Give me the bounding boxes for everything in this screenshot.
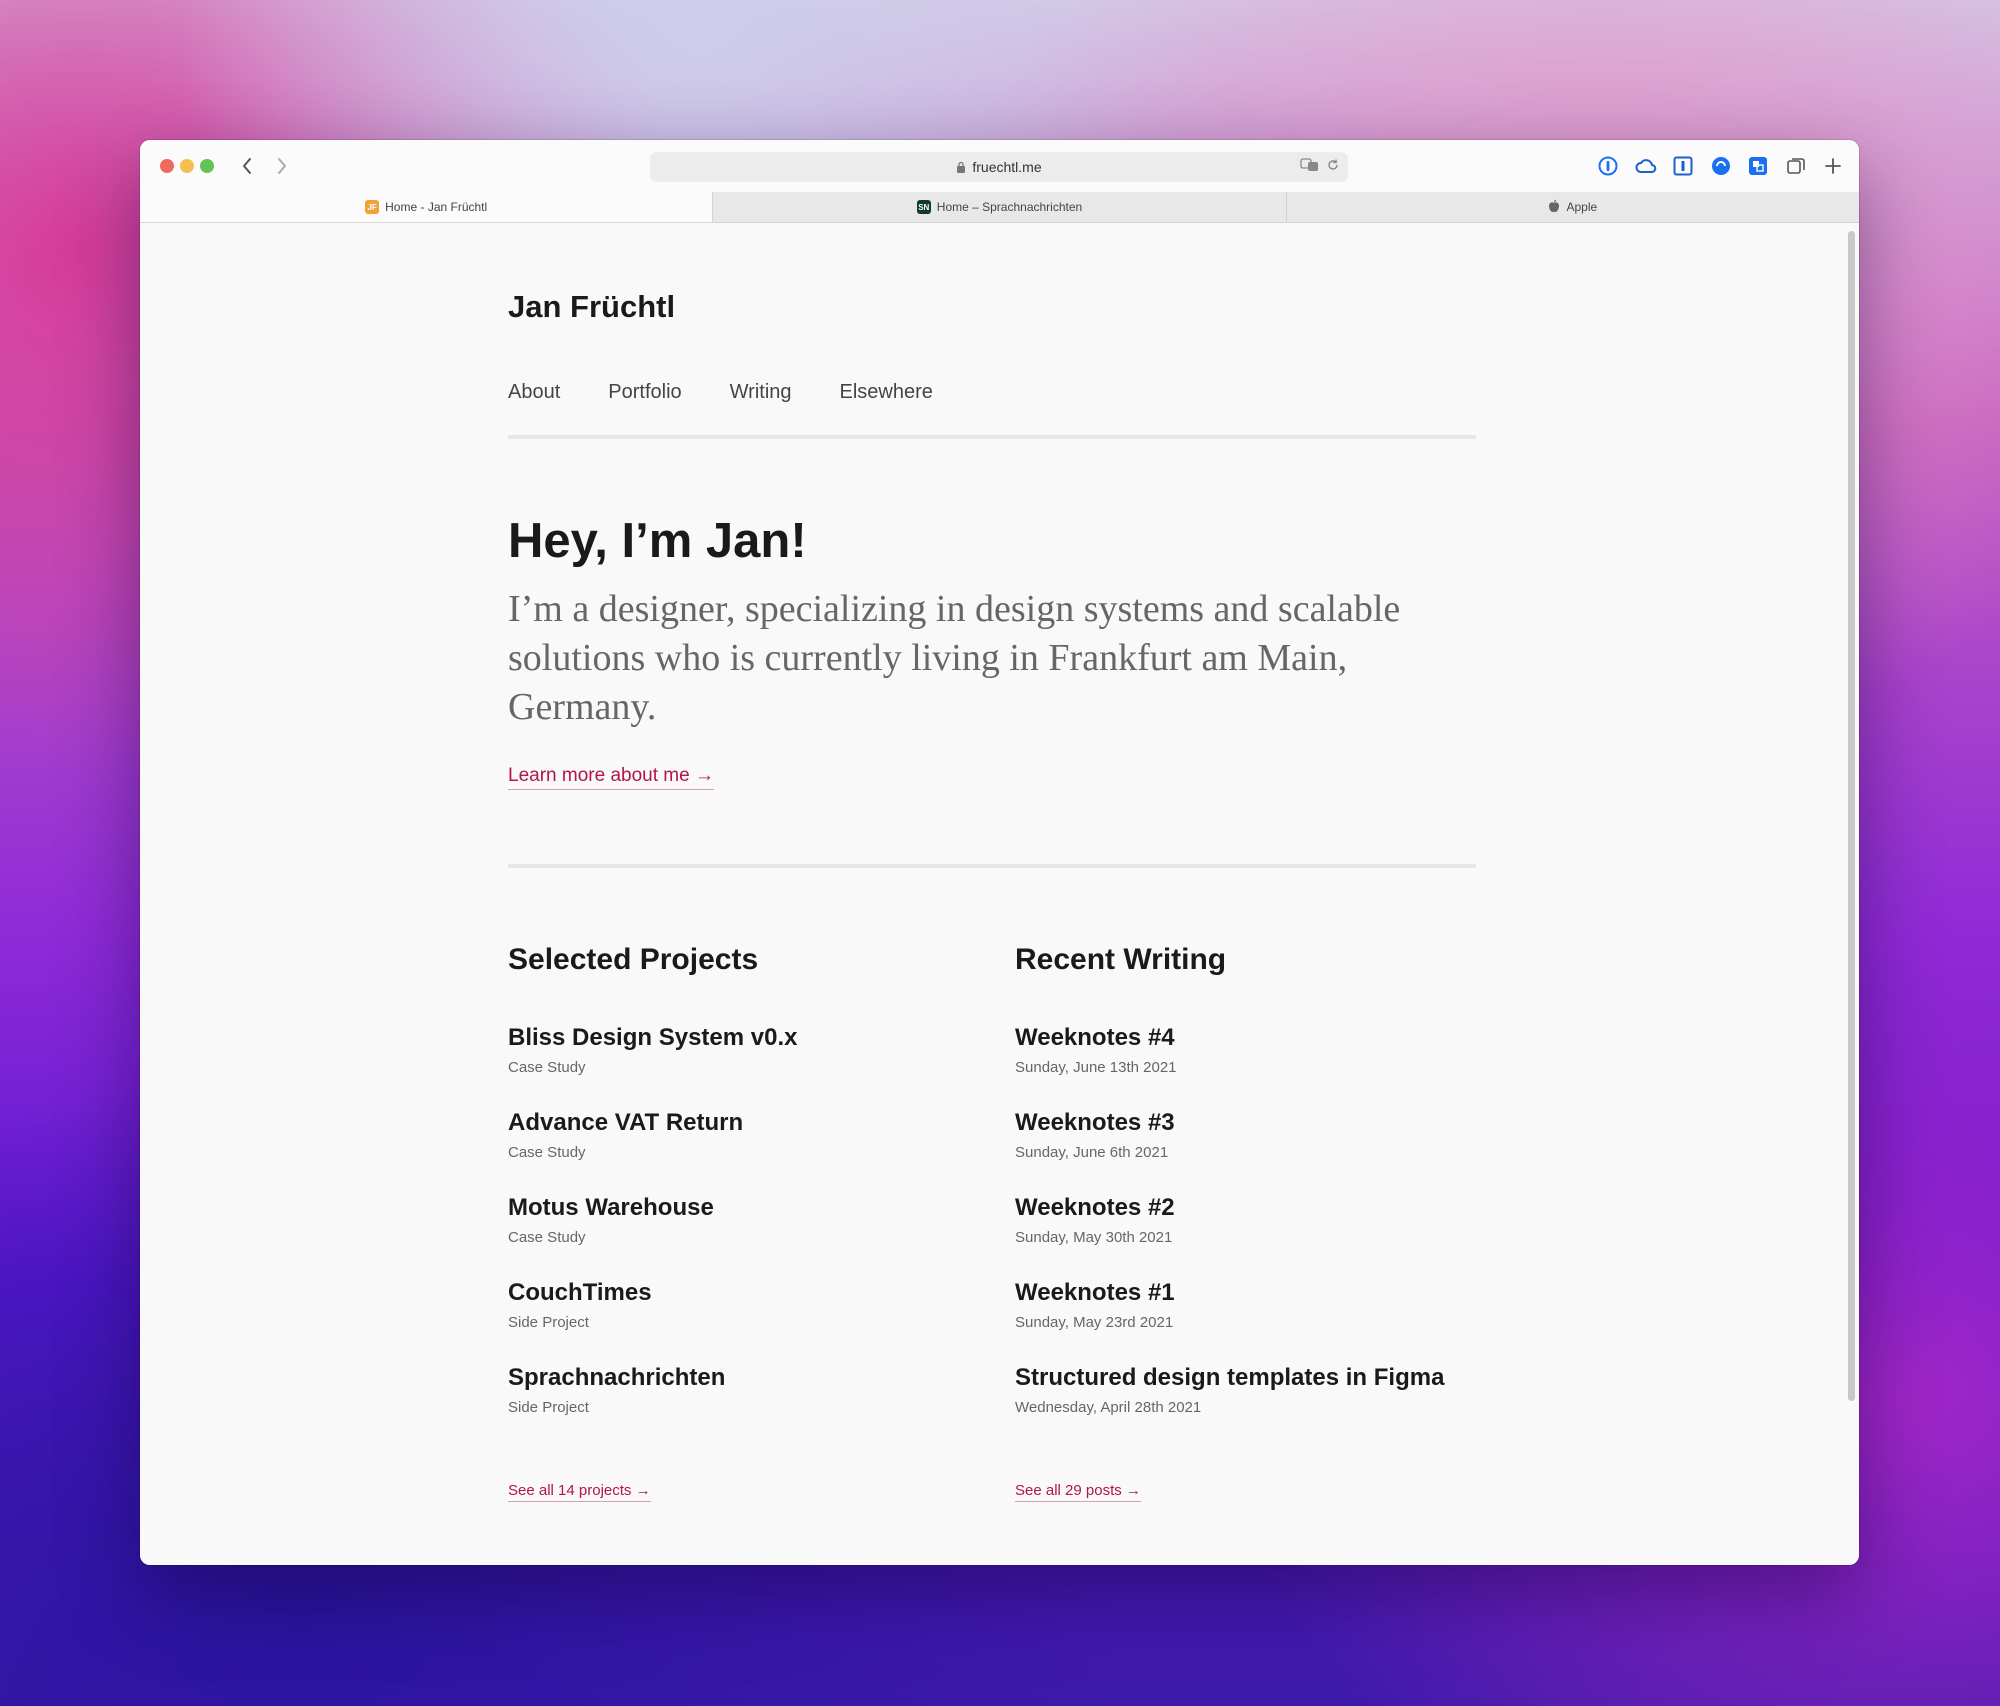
browser-toolbar: fruechtl.me [140, 140, 1859, 192]
post-date: Sunday, May 30th 2021 [1015, 1229, 1173, 1246]
1password-icon[interactable] [1596, 154, 1620, 178]
post-date: Sunday, May 23rd 2021 [1015, 1314, 1174, 1331]
post-date: Sunday, June 13th 2021 [1015, 1059, 1177, 1076]
browser-window: fruechtl.me JF Home - Jan Früchtl SN Hom… [140, 140, 1859, 1565]
nav-about[interactable]: About [508, 381, 560, 404]
project-item: Bliss Design System v0.x Case Study [508, 1023, 978, 1108]
forward-button[interactable] [268, 152, 296, 180]
apple-icon [1548, 199, 1560, 216]
tab-label: Home - Jan Früchtl [385, 200, 488, 214]
instapaper-icon[interactable] [1671, 154, 1695, 178]
project-type: Side Project [508, 1314, 589, 1331]
post-item: Weeknotes #4 Sunday, June 13th 2021 [1015, 1023, 1485, 1108]
url-text: fruechtl.me [972, 159, 1042, 175]
project-title-link[interactable]: Sprachnachrichten [508, 1363, 978, 1393]
post-item: Structured design templates in Figma Wed… [1015, 1363, 1485, 1448]
learn-more-link[interactable]: Learn more about me → [508, 765, 714, 790]
tab-sprachnachrichten[interactable]: SN Home – Sprachnachrichten [712, 192, 1285, 222]
post-item: Weeknotes #2 Sunday, May 30th 2021 [1015, 1193, 1485, 1278]
tab-home-jan-fruechtl[interactable]: JF Home - Jan Früchtl [140, 192, 713, 222]
project-title-link[interactable]: Motus Warehouse [508, 1193, 978, 1223]
project-item: Motus Warehouse Case Study [508, 1193, 978, 1278]
site-title[interactable]: Jan Früchtl [508, 289, 675, 325]
selected-projects-section: Selected Projects Bliss Design System v0… [508, 943, 978, 1448]
post-item: Weeknotes #3 Sunday, June 6th 2021 [1015, 1108, 1485, 1193]
zoom-window-button[interactable] [200, 159, 214, 173]
post-title-link[interactable]: Structured design templates in Figma [1015, 1363, 1485, 1393]
see-all-projects-link[interactable]: See all 14 projects → [508, 1482, 651, 1502]
tabs-overview-icon[interactable] [1784, 154, 1808, 178]
project-item: CouchTimes Side Project [508, 1278, 978, 1363]
globe-icon[interactable] [1709, 154, 1733, 178]
nav-writing[interactable]: Writing [730, 381, 792, 404]
post-item: Weeknotes #1 Sunday, May 23rd 2021 [1015, 1278, 1485, 1363]
chevron-left-icon [243, 158, 251, 174]
project-title-link[interactable]: Bliss Design System v0.x [508, 1023, 978, 1053]
tab-favicon: JF [365, 200, 380, 214]
divider [508, 864, 1476, 868]
page-content: Jan Früchtl About Portfolio Writing Else… [140, 223, 1859, 1565]
lock-icon [956, 161, 966, 173]
project-title-link[interactable]: Advance VAT Return [508, 1108, 978, 1138]
post-title-link[interactable]: Weeknotes #2 [1015, 1193, 1485, 1223]
vertical-scrollbar[interactable] [1848, 231, 1855, 1401]
translate-icon[interactable] [1746, 154, 1770, 178]
project-type: Case Study [508, 1059, 586, 1076]
minimize-window-button[interactable] [180, 159, 194, 173]
recent-writing-section: Recent Writing Weeknotes #4 Sunday, June… [1015, 943, 1485, 1448]
post-title-link[interactable]: Weeknotes #3 [1015, 1108, 1485, 1138]
back-button[interactable] [233, 152, 261, 180]
nav-elsewhere[interactable]: Elsewhere [840, 381, 933, 404]
cloud-icon[interactable] [1634, 154, 1658, 178]
project-type: Case Study [508, 1144, 586, 1161]
main-nav: About Portfolio Writing Elsewhere [508, 381, 933, 404]
post-date: Wednesday, April 28th 2021 [1015, 1399, 1202, 1416]
nav-portfolio[interactable]: Portfolio [608, 381, 681, 404]
project-type: Side Project [508, 1399, 589, 1416]
tab-bar: JF Home - Jan Früchtl SN Home – Sprachna… [140, 192, 1859, 223]
section-title: Recent Writing [1015, 943, 1227, 976]
post-date: Sunday, June 6th 2021 [1015, 1144, 1169, 1161]
post-title-link[interactable]: Weeknotes #4 [1015, 1023, 1485, 1053]
tab-favicon: SN [916, 200, 931, 214]
divider [508, 435, 1476, 439]
hero-heading: Hey, I’m Jan! [508, 514, 807, 568]
hero-intro: I’m a designer, specializing in design s… [508, 588, 1401, 728]
chevron-right-icon [278, 158, 286, 174]
project-item: Advance VAT Return Case Study [508, 1108, 978, 1193]
project-type: Case Study [508, 1229, 586, 1246]
tab-label: Home – Sprachnachrichten [936, 200, 1083, 214]
reload-icon[interactable] [1326, 158, 1340, 175]
project-item: Sprachnachrichten Side Project [508, 1363, 978, 1448]
tab-label: Apple [1566, 200, 1598, 214]
see-all-posts-link[interactable]: See all 29 posts → [1015, 1482, 1141, 1502]
close-window-button[interactable] [160, 159, 174, 173]
address-bar[interactable]: fruechtl.me [650, 152, 1348, 182]
translate-icon[interactable] [1300, 158, 1320, 175]
tab-apple[interactable]: Apple [1285, 192, 1859, 222]
project-title-link[interactable]: CouchTimes [508, 1278, 978, 1308]
post-title-link[interactable]: Weeknotes #1 [1015, 1278, 1485, 1308]
section-title: Selected Projects [508, 943, 759, 976]
new-tab-icon[interactable] [1821, 154, 1845, 178]
